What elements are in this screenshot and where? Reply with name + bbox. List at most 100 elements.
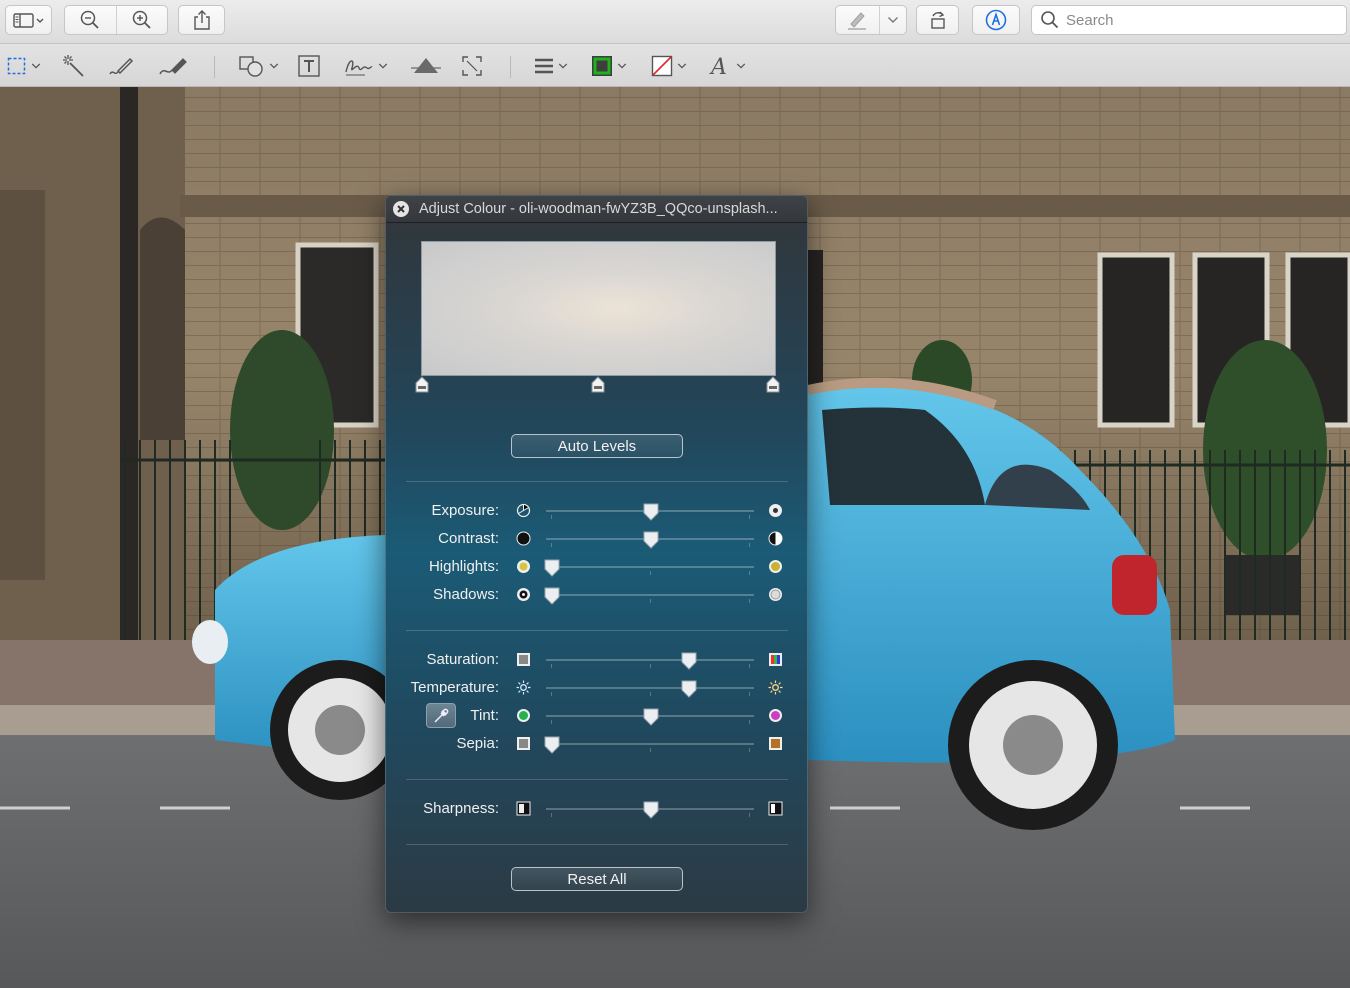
search-field[interactable] bbox=[1031, 5, 1347, 35]
draw-tool-button[interactable] bbox=[158, 53, 190, 79]
panel-title-bar[interactable]: Adjust Colour - oli-woodman-fwYZ3B_QQco-… bbox=[386, 196, 807, 223]
slider-row-shadows: Shadows: bbox=[386, 584, 807, 606]
text-tool-button[interactable] bbox=[297, 53, 321, 79]
text-icon bbox=[298, 55, 320, 77]
fill-colour-icon bbox=[651, 55, 673, 77]
draw-icon bbox=[159, 58, 187, 75]
sidebar-view-button[interactable] bbox=[5, 5, 52, 35]
highlights-high-icon bbox=[768, 559, 783, 574]
slider-row-tint: Tint: bbox=[386, 703, 807, 728]
sepia-high-icon bbox=[768, 736, 783, 751]
slider-thumb[interactable] bbox=[544, 736, 560, 754]
highlight-menu-button[interactable] bbox=[878, 6, 906, 34]
adjust-colour-panel: Adjust Colour - oli-woodman-fwYZ3B_QQco-… bbox=[385, 195, 808, 913]
slider-row-sharpness: Sharpness: bbox=[386, 798, 807, 820]
slider-ticks bbox=[551, 748, 750, 752]
slider-track[interactable] bbox=[546, 659, 754, 661]
slider-track[interactable] bbox=[546, 566, 754, 568]
slider-row-contrast: Contrast: bbox=[386, 528, 807, 550]
adjust-size-button[interactable] bbox=[460, 53, 484, 79]
saturation-low-icon bbox=[516, 652, 531, 667]
black-point-marker[interactable] bbox=[415, 376, 429, 398]
slider-label: Temperature: bbox=[410, 679, 499, 696]
slider-label: Sepia: bbox=[456, 735, 499, 752]
fill-colour-button[interactable] bbox=[650, 53, 687, 79]
instant-alpha-icon bbox=[63, 55, 84, 77]
tint-low-icon bbox=[516, 708, 531, 723]
sketch-icon bbox=[109, 57, 134, 75]
reset-all-button[interactable]: Reset All bbox=[511, 867, 683, 891]
share-button[interactable] bbox=[178, 5, 225, 35]
zoom-in-button[interactable] bbox=[115, 6, 167, 34]
contrast-high-icon bbox=[768, 531, 783, 546]
shapes-button[interactable] bbox=[238, 53, 279, 79]
chevron-down-icon bbox=[617, 63, 627, 69]
eyedropper-button[interactable] bbox=[426, 703, 456, 728]
markup-toggle-button[interactable] bbox=[972, 5, 1020, 35]
slider-ticks bbox=[551, 664, 750, 668]
slider-thumb[interactable] bbox=[681, 652, 697, 670]
rotate-button[interactable] bbox=[916, 5, 959, 35]
slider-label: Exposure: bbox=[431, 502, 499, 519]
slider-row-saturation: Saturation: bbox=[386, 649, 807, 671]
border-colour-icon bbox=[592, 56, 612, 76]
search-icon bbox=[1041, 11, 1059, 29]
divider bbox=[406, 844, 788, 845]
contrast-low-icon bbox=[516, 531, 531, 546]
border-colour-button[interactable] bbox=[590, 53, 627, 79]
slider-thumb[interactable] bbox=[643, 708, 659, 726]
chevron-down-icon bbox=[736, 63, 746, 69]
sepia-low-icon bbox=[516, 736, 531, 751]
chevron-down-icon bbox=[558, 63, 568, 69]
levels-histogram bbox=[421, 241, 776, 376]
shapes-icon bbox=[239, 56, 263, 77]
highlights-low-icon bbox=[516, 559, 531, 574]
text-style-icon: A bbox=[709, 55, 727, 78]
selection-tool-button[interactable] bbox=[6, 53, 41, 79]
white-point-marker[interactable] bbox=[766, 376, 780, 398]
slider-thumb[interactable] bbox=[544, 587, 560, 605]
slider-row-exposure: Exposure: bbox=[386, 500, 807, 522]
sharpness-low-icon bbox=[516, 801, 531, 816]
highlight-button[interactable] bbox=[836, 6, 879, 34]
temperature-low-icon bbox=[516, 680, 531, 695]
slider-track[interactable] bbox=[546, 687, 754, 689]
slider-thumb[interactable] bbox=[681, 680, 697, 698]
slider-row-highlights: Highlights: bbox=[386, 556, 807, 578]
slider-thumb[interactable] bbox=[643, 503, 659, 521]
slider-thumb[interactable] bbox=[643, 801, 659, 819]
rotate-icon bbox=[930, 11, 945, 29]
adjust-size-icon bbox=[462, 56, 482, 76]
slider-ticks bbox=[551, 599, 750, 603]
rectangular-selection-icon bbox=[7, 57, 26, 75]
divider bbox=[406, 779, 788, 780]
slider-track[interactable] bbox=[546, 743, 754, 745]
panel-title: Adjust Colour - oli-woodman-fwYZ3B_QQco-… bbox=[419, 201, 778, 217]
auto-levels-button[interactable]: Auto Levels bbox=[511, 434, 683, 458]
slider-thumb[interactable] bbox=[643, 531, 659, 549]
sketch-tool-button[interactable] bbox=[108, 53, 136, 79]
close-button[interactable] bbox=[393, 201, 409, 217]
line-style-button[interactable] bbox=[533, 53, 568, 79]
slider-label: Tint: bbox=[470, 707, 499, 724]
slider-thumb[interactable] bbox=[544, 559, 560, 577]
chevron-down-icon bbox=[269, 63, 279, 69]
slider-label: Sharpness: bbox=[423, 800, 499, 817]
markup-icon bbox=[985, 9, 1007, 31]
slider-label: Contrast: bbox=[438, 530, 499, 547]
instant-alpha-button[interactable] bbox=[62, 53, 86, 79]
slider-track[interactable] bbox=[546, 594, 754, 596]
zoom-out-button[interactable] bbox=[65, 6, 116, 34]
chevron-down-icon bbox=[677, 63, 687, 69]
sign-button[interactable] bbox=[343, 53, 388, 79]
eyedropper-icon bbox=[434, 708, 449, 723]
sign-icon bbox=[345, 60, 373, 76]
adjust-colour-button[interactable] bbox=[410, 53, 442, 79]
search-input[interactable] bbox=[1066, 11, 1336, 29]
shadows-high-icon bbox=[768, 587, 783, 602]
midpoint-marker[interactable] bbox=[591, 376, 605, 398]
text-style-button[interactable]: A bbox=[709, 53, 746, 79]
adjust-colour-icon bbox=[411, 58, 441, 73]
toolbar-divider bbox=[510, 56, 511, 78]
share-icon bbox=[193, 10, 210, 30]
